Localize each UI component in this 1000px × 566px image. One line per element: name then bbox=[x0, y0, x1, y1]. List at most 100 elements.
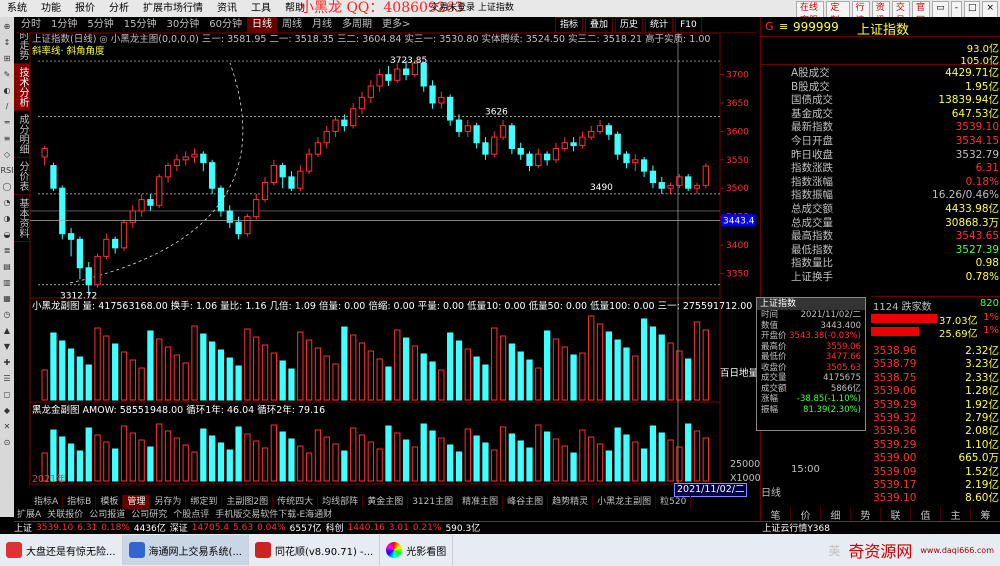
period-tab[interactable]: 60分钟 bbox=[204, 17, 247, 33]
info-tab[interactable]: 手机版交易软件下载-E海通财 bbox=[212, 509, 335, 521]
right-tab[interactable]: 细 bbox=[821, 507, 851, 522]
indicator-tab[interactable]: 趋势精灵 bbox=[548, 495, 594, 509]
draw-tool-icon[interactable]: ≡ bbox=[0, 131, 14, 145]
info-tab[interactable]: 扩展A bbox=[14, 509, 44, 521]
right-tab[interactable]: 笔 bbox=[761, 507, 791, 522]
draw-tool-icon[interactable]: ▤ bbox=[0, 259, 14, 273]
right-tab[interactable]: 主 bbox=[941, 507, 971, 522]
toolbar-button[interactable]: 指标 bbox=[555, 17, 584, 33]
right-tab[interactable]: 联 bbox=[881, 507, 911, 522]
menu-item[interactable]: 扩展市场行情 bbox=[136, 0, 210, 17]
vtab[interactable]: 成分明细 bbox=[14, 111, 30, 158]
indicator-tab[interactable]: 粒520 bbox=[656, 495, 692, 509]
indicator-tab[interactable]: 指标A bbox=[30, 495, 64, 509]
draw-tool-icon[interactable]: ◒ bbox=[0, 227, 14, 241]
right-tab[interactable]: 值 bbox=[911, 507, 941, 522]
period-tab[interactable]: 5分钟 bbox=[82, 17, 118, 33]
indicator-tab[interactable]: 小黑龙主副图 bbox=[593, 495, 657, 509]
info-tab[interactable]: 个股点评 bbox=[170, 509, 212, 521]
vtab[interactable]: 分价表 bbox=[14, 158, 30, 195]
draw-tool-icon[interactable]: ▥ bbox=[0, 275, 14, 289]
menu-item[interactable]: 系统 bbox=[0, 0, 34, 17]
menu-item[interactable]: 工具 bbox=[244, 0, 278, 17]
draw-tool-icon[interactable]: ◇ bbox=[0, 147, 14, 161]
tick-row: 3539.32 2.79亿 bbox=[871, 412, 1000, 425]
indicator-tab[interactable]: 主副图2图 bbox=[222, 495, 274, 509]
kline-chart-area[interactable]: 上证指数(日线) ◎ 小黑龙主图(0,0,0,0) 三一: 3581.95 二一… bbox=[30, 33, 761, 497]
indicator-tab[interactable]: 模板 bbox=[96, 495, 124, 509]
period-tab[interactable]: 更多> bbox=[377, 17, 415, 33]
draw-tool-icon[interactable]: ✕ bbox=[0, 419, 14, 433]
amo-bar bbox=[588, 436, 595, 482]
candle-body bbox=[332, 119, 339, 132]
toolbar-button[interactable]: 历史 bbox=[615, 17, 644, 33]
info-tab[interactable]: 关联报价 bbox=[44, 509, 86, 521]
indicator-tab[interactable]: 精准主图 bbox=[458, 495, 504, 509]
period-tab[interactable]: 30分钟 bbox=[161, 17, 204, 33]
draw-tool-icon[interactable]: / bbox=[0, 99, 14, 113]
popup-key: 开盘价 bbox=[761, 331, 787, 341]
candle-body bbox=[447, 96, 454, 121]
task-1[interactable]: 大盘还是有惊无险... bbox=[0, 535, 123, 565]
draw-tool-icon[interactable]: ◆ bbox=[0, 403, 14, 417]
draw-tool-icon[interactable]: ◻ bbox=[0, 387, 14, 401]
toolbar-button[interactable]: 统计 bbox=[645, 17, 674, 33]
draw-tool-icon[interactable]: ✚ bbox=[0, 355, 14, 369]
period-tab[interactable]: 15分钟 bbox=[119, 17, 162, 33]
draw-tool-icon[interactable]: ⊙ bbox=[0, 435, 14, 449]
vtab[interactable]: 基本资料 bbox=[14, 195, 30, 242]
task-3[interactable]: 同花顺(v8.90.71) -... bbox=[249, 535, 381, 565]
draw-tool-icon[interactable]: ◷ bbox=[0, 307, 14, 321]
crosshair-popup: 上证指数 时间 2021/11/02/二 数值 3443.400 开盘价 3543.38(… bbox=[756, 297, 866, 431]
draw-tool-icon[interactable]: ◑ bbox=[0, 211, 14, 225]
menu-item[interactable]: 功能 bbox=[34, 0, 68, 17]
draw-tool-icon[interactable]: ◯ bbox=[0, 179, 14, 193]
draw-tool-icon[interactable]: ⊕ bbox=[0, 19, 14, 33]
draw-tool-icon[interactable]: ≣ bbox=[0, 243, 14, 257]
draw-tool-icon[interactable]: ◔ bbox=[0, 195, 14, 209]
draw-tool-icon[interactable]: ⊞ bbox=[0, 51, 14, 65]
y-tick-label: 3350 bbox=[726, 269, 749, 279]
right-tab[interactable]: 价 bbox=[791, 507, 821, 522]
indicator-tab[interactable]: 另存为 bbox=[150, 495, 187, 509]
menu-item[interactable]: 资讯 bbox=[210, 0, 244, 17]
period-tab[interactable]: 日线 bbox=[246, 16, 277, 33]
info-tab[interactable]: 公司研究 bbox=[128, 509, 170, 521]
period-tab[interactable]: 分时 bbox=[16, 17, 46, 33]
indicator-tab[interactable]: 绑定到 bbox=[186, 495, 223, 509]
input-method[interactable]: 英 bbox=[828, 542, 840, 559]
period-tab[interactable]: 1分钟 bbox=[46, 17, 82, 33]
indicator-tab[interactable]: 3121主图 bbox=[408, 495, 459, 509]
period-tab[interactable]: 月线 bbox=[307, 17, 337, 33]
toolbar-button[interactable]: F10 bbox=[675, 17, 702, 33]
vtab[interactable]: 技术分析 bbox=[14, 64, 30, 111]
volume-bar bbox=[173, 354, 181, 401]
menu-item[interactable]: 报价 bbox=[68, 0, 102, 17]
draw-tool-icon[interactable]: ☰ bbox=[0, 371, 14, 385]
draw-tool-icon[interactable]: ↕ bbox=[0, 35, 14, 49]
right-tab[interactable]: 筹 bbox=[971, 507, 1000, 522]
period-tab[interactable]: 周线 bbox=[277, 17, 307, 33]
star-icon[interactable]: ≡ bbox=[779, 20, 788, 33]
indicator-tab[interactable]: 传统四大 bbox=[273, 495, 319, 509]
info-tab[interactable]: 公司报道 bbox=[86, 509, 128, 521]
draw-tool-icon[interactable]: ▦ bbox=[0, 291, 14, 305]
task-4[interactable]: 光影看图 bbox=[380, 535, 454, 565]
menu-item[interactable]: 分析 bbox=[102, 0, 136, 17]
indicator-tab[interactable]: 均线部阵 bbox=[318, 495, 364, 509]
amo-bar bbox=[235, 426, 242, 482]
toolbar-button[interactable]: 叠加 bbox=[585, 17, 614, 33]
period-tab[interactable]: 多周期 bbox=[337, 17, 377, 33]
draw-tool-icon[interactable]: RSI bbox=[0, 163, 14, 177]
right-tab[interactable]: 势 bbox=[851, 507, 881, 522]
task-2[interactable]: 海通网上交易系统(... bbox=[122, 535, 249, 565]
indicator-tab[interactable]: 指标B bbox=[63, 495, 97, 509]
draw-tool-icon[interactable]: ═ bbox=[0, 115, 14, 129]
draw-tool-icon[interactable]: ▼ bbox=[0, 339, 14, 353]
draw-tool-icon[interactable]: ✎ bbox=[0, 67, 14, 81]
indicator-tab[interactable]: 黄金主图 bbox=[363, 495, 409, 509]
draw-tool-icon[interactable]: ▲ bbox=[0, 323, 14, 337]
draw-tool-icon[interactable]: ◐ bbox=[0, 83, 14, 97]
indicator-tab[interactable]: 管理 bbox=[123, 495, 151, 509]
indicator-tab[interactable]: 峰谷主图 bbox=[503, 495, 549, 509]
